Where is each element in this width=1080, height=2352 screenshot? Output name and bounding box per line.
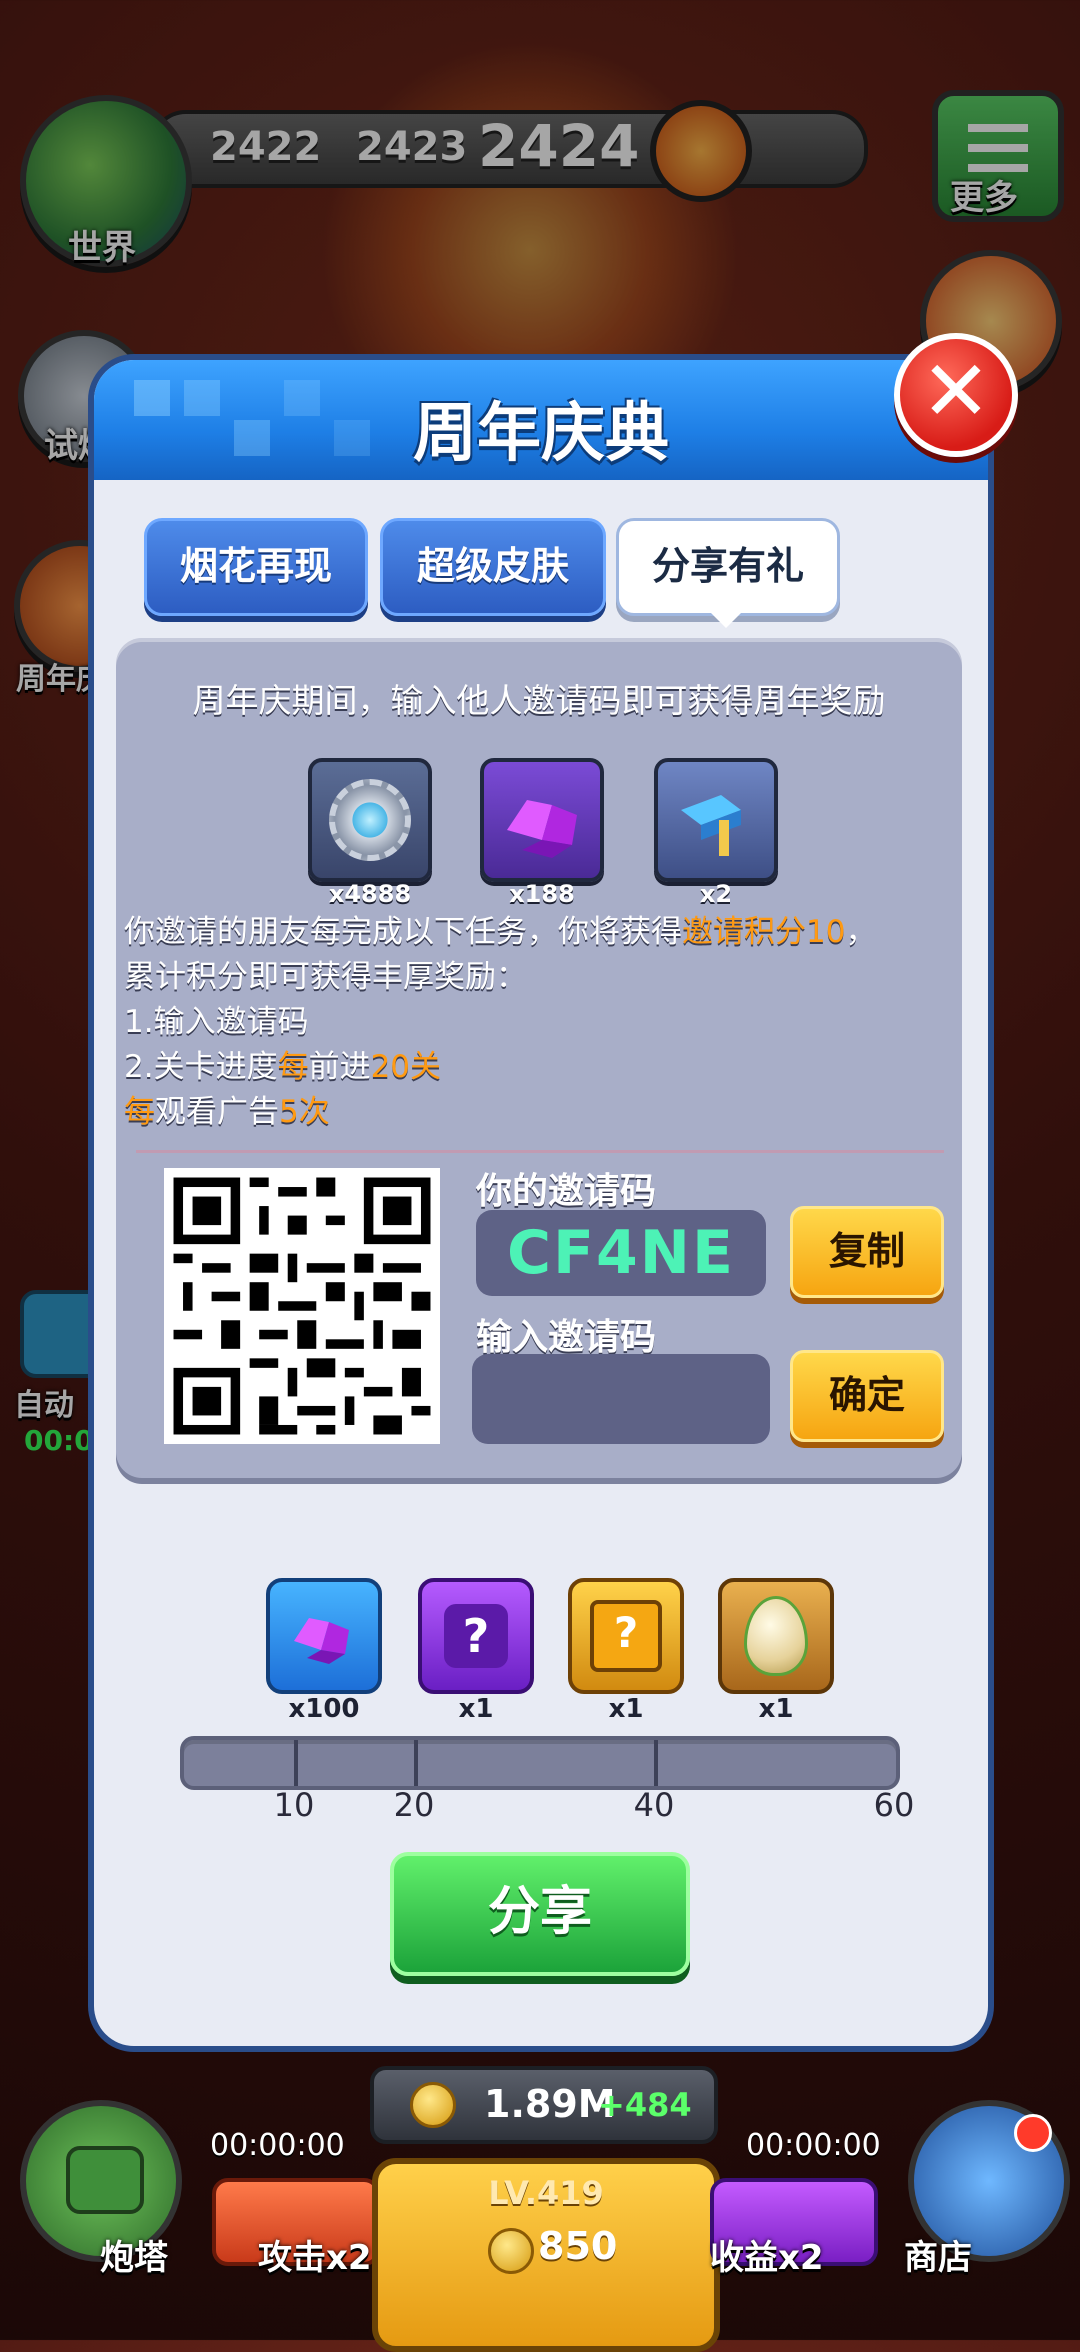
tab-super-skin[interactable]: 超级皮肤 [380, 518, 606, 616]
milestone-qty: x1 [458, 1694, 494, 1724]
close-icon: ✕ [920, 342, 992, 440]
right-timer: 00:00:00 [746, 2128, 881, 2163]
progress-tick-label: 10 [273, 1786, 315, 1824]
gold-coin-icon [410, 2082, 456, 2128]
turret-icon [66, 2146, 144, 2214]
blue-hammer-icon [654, 758, 778, 882]
progress-tick-label: 20 [393, 1786, 435, 1824]
task-text: 观看广告 [155, 1094, 279, 1130]
coin-icon [488, 2228, 534, 2274]
purple-gem-icon [480, 758, 604, 882]
my-code-label: 你的邀请码 [476, 1171, 657, 1212]
tab-share-gift[interactable]: 分享有礼 [616, 518, 840, 616]
divider [136, 1150, 944, 1153]
invite-description: 你邀请的朋友每完成以下任务，你将获得邀请积分10， 累计积分即可获得丰厚奖励： … [124, 910, 964, 1135]
gem-shape [294, 1618, 349, 1664]
gold-counter: 1.89M +484 [370, 2066, 718, 2144]
gold-amount: 1.89M [484, 2082, 616, 2126]
copy-button[interactable]: 复制 [790, 1206, 944, 1298]
egg-shape [744, 1596, 808, 1676]
progress-tick-label: 40 [633, 1786, 675, 1824]
notification-badge [1014, 2114, 1052, 2152]
task-highlight: 20关 [370, 1049, 442, 1085]
invite-code-input[interactable] [472, 1354, 770, 1444]
task-3: 每观看广告5次 [124, 1090, 964, 1135]
attack-boost-label: 攻击x2 [258, 2238, 372, 2278]
invite-points-text: 邀请积分10 [682, 914, 846, 950]
intro-text: 周年庆期间，输入他人邀请码即可获得周年奖励 [192, 681, 886, 720]
task-1: 1.输入邀请码 [124, 1004, 309, 1040]
gem-shape [507, 800, 577, 858]
desc-line-1: 你邀请的朋友每完成以下任务，你将获得邀请积分10， [124, 910, 964, 955]
progress-tick [294, 1740, 298, 1786]
my-code-box: CF4NE [476, 1210, 766, 1296]
task-text: 2.关卡进度 [124, 1049, 278, 1085]
input-code-label: 输入邀请码 [476, 1317, 657, 1358]
turret-label: 炮塔 [100, 2238, 168, 2278]
progress-tick [414, 1740, 418, 1786]
task-2: 2.关卡进度每前进20关 [124, 1045, 964, 1090]
share-button[interactable]: 分享 [390, 1852, 690, 1976]
shop-label: 商店 [904, 2238, 972, 2278]
tab-fireworks[interactable]: 烟花再现 [144, 518, 368, 616]
desc-text: 你邀请的朋友每完成以下任务，你将获得 [124, 914, 682, 950]
question-mark-icon: ? [444, 1604, 508, 1668]
desc-text: ， [845, 914, 877, 950]
gold-gain: +484 [598, 2086, 692, 2124]
reward-qty: x2 [699, 880, 733, 908]
level-panel: LV.419 850 [372, 2158, 720, 2352]
task-text: 前进 [308, 1049, 371, 1085]
close-button[interactable]: ✕ [894, 333, 1018, 457]
qr-code-image [164, 1168, 440, 1444]
reward-qty: x4888 [328, 880, 412, 908]
reward-qty: x188 [509, 880, 575, 908]
egg-icon [718, 1578, 834, 1694]
task-highlight: 5次 [279, 1094, 330, 1130]
question-mark-icon: ? [590, 1600, 662, 1672]
player-level: LV.419 [488, 2174, 604, 2212]
task-highlight: 每 [277, 1049, 309, 1085]
mystery-box-icon: ? [568, 1578, 684, 1694]
progress-tick-label: 60 [873, 1786, 915, 1824]
active-tab-pointer [704, 606, 748, 628]
modal-title: 周年庆典 [413, 397, 669, 471]
desc-line-2: 累计积分即可获得丰厚奖励： [124, 959, 527, 995]
invite-qr-code [164, 1168, 440, 1444]
milestone-qty: x1 [608, 1694, 644, 1724]
mystery-hexagon-icon: ? [418, 1578, 534, 1694]
income-boost-label: 收益x2 [710, 2238, 824, 2278]
milestone-qty: x1 [758, 1694, 794, 1724]
milestone-qty: x100 [288, 1694, 360, 1724]
left-timer: 00:00:00 [210, 2128, 345, 2163]
confirm-button[interactable]: 确定 [790, 1350, 944, 1442]
hammer-shape [681, 795, 741, 856]
purple-gem-icon [266, 1578, 382, 1694]
my-invite-code: CF4NE [507, 1218, 735, 1288]
progress-tick [654, 1740, 658, 1786]
gear-core-icon [308, 758, 432, 882]
coin-amount: 850 [538, 2224, 618, 2268]
task-highlight: 每 [124, 1094, 155, 1130]
invite-points-progress [180, 1736, 900, 1790]
